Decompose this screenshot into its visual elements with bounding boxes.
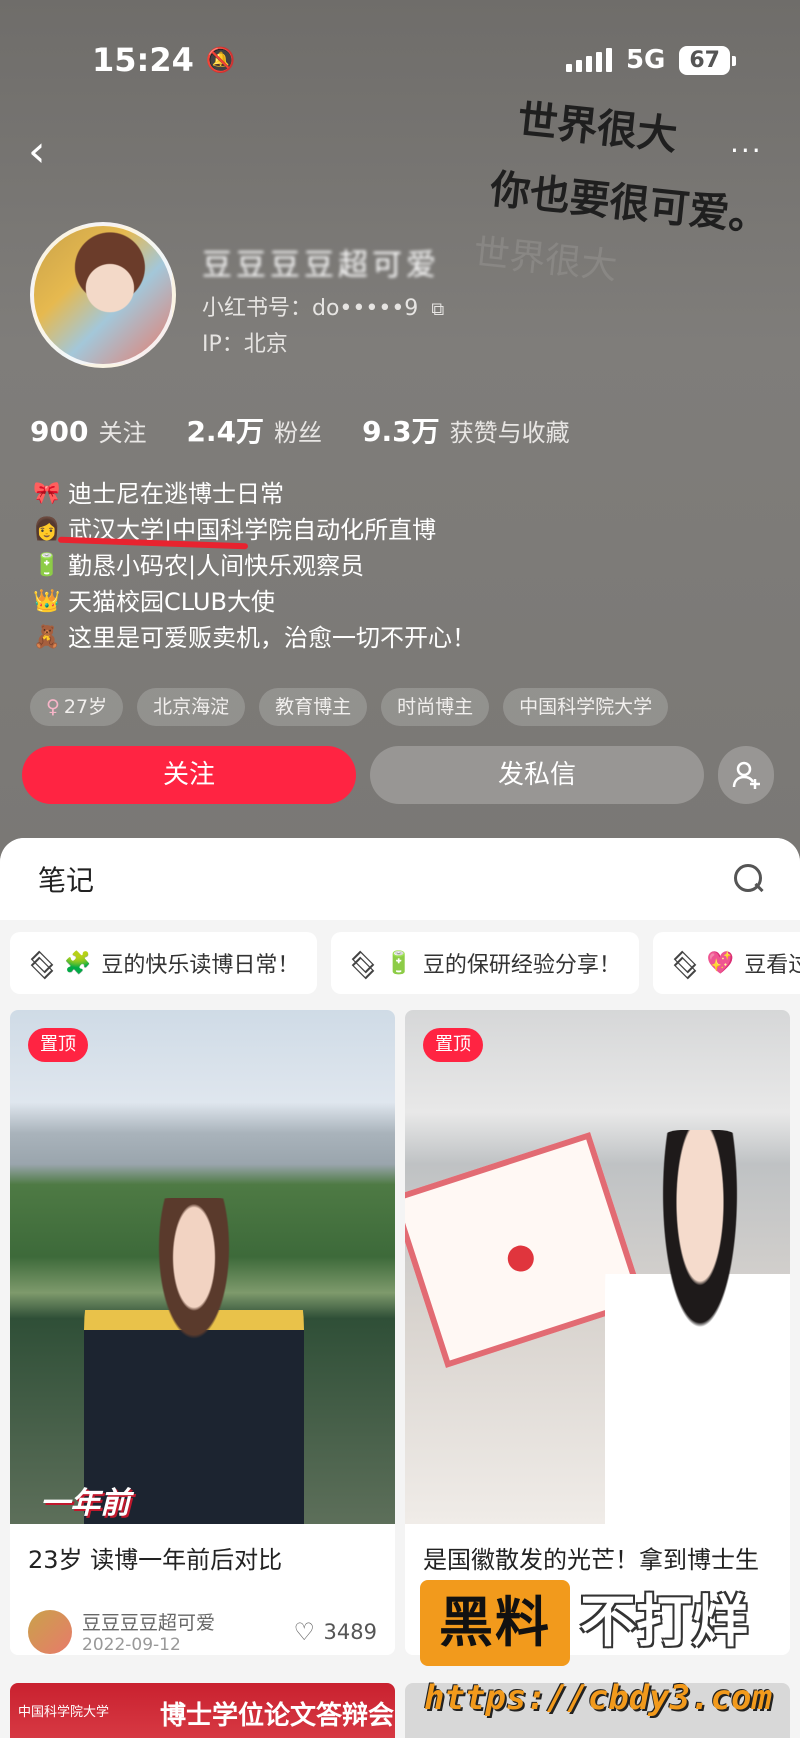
user-id: 小红书号：do•••••9 ⧉ [202,290,444,322]
avatar [28,1609,72,1654]
stat-likes-label: 获赞与收藏 [449,419,570,447]
female-icon: ♀ [46,696,60,718]
tag-text: 27岁 [63,696,108,718]
add-user-icon [732,761,760,789]
stat-likes[interactable]: 9.3万 获赞与收藏 [362,410,570,450]
tab-notes[interactable]: 笔记 [38,859,94,899]
stat-following-num: 900 [30,415,89,448]
author-name: 豆豆豆豆超可爱 [82,1612,216,1634]
clock: 15:24 [92,41,194,79]
collection-item[interactable]: 🧩 豆的快乐读博日常！ [10,932,318,994]
message-button[interactable]: 发私信 [370,746,704,804]
bio-line: 👑 天猫校园CLUB大使 [32,584,652,620]
collection-label: 豆看过 [744,953,800,978]
avatar[interactable] [30,222,176,368]
stat-followers-label: 粉丝 [274,419,323,447]
collection-label: 豆的保研经验分享！ [422,953,621,978]
ip-location: IP：北京 [202,332,288,357]
note-card[interactable]: 中国科学院大学 博士学位论文答辩会 [10,1683,395,1738]
pinned-badge: 置顶 [28,1028,88,1062]
image-caption: 一年前 [40,1486,130,1521]
mute-bell-icon: 🔕 [205,46,236,74]
note-author[interactable]: 豆豆豆豆超可爱 2022-09-12 [28,1608,215,1655]
cover-small-text: 中国科学院大学 [18,1705,110,1720]
watermark-text: 不打烊 [580,1590,748,1655]
bio-text: 这里是可爱贩卖机，治愈一切不开心！ [68,624,476,652]
note-card[interactable]: 置顶 一年前 23岁 读博一年前后对比 豆豆豆豆超可爱 2022-09-12 ♡… [10,1010,395,1655]
watermark-url: https://cbdy3.com [424,1678,772,1718]
heart-emoji-icon: 💖 [706,950,735,976]
status-bar: 15:24 🔕 5G 67 [0,30,800,90]
user-id-text: 小红书号：do•••••9 [202,296,419,321]
note-title: 23岁 读博一年前后对比 [28,1546,283,1574]
bio-line: 🎀 迪士尼在逃博士日常 [32,476,652,512]
follow-button[interactable]: 关注 [22,746,356,804]
background-handwriting: 世界很大 你也要很可爱。 世界很大 [471,85,799,315]
note-date: 2022-09-12 [82,1635,181,1655]
signal-icon [565,48,612,72]
add-friend-button[interactable] [718,746,774,804]
stat-following-label: 关注 [98,419,147,447]
puzzle-icon: 🧩 [64,950,92,976]
tag-school[interactable]: 中国科学院大学 [503,688,669,726]
bio: 🎀 迪士尼在逃博士日常 👩 武汉大学|中国科学院自动化所直博 🔋 勤恳小码农|人… [32,476,652,656]
graduate-photo [84,1198,304,1524]
stats-row: 900 关注 2.4万 粉丝 9.3万 获赞与收藏 [30,410,570,450]
pinned-badge: 置顶 [423,1028,483,1062]
bio-line: 🔋 勤恳小码农|人间快乐观察员 [32,548,652,584]
collection-item[interactable]: 🔋 豆的保研经验分享！ [331,932,639,994]
note-meta: 豆豆豆豆超可爱 2022-09-12 ♡ 3489 [10,1608,395,1655]
heart-icon: ♡ [293,1617,316,1646]
collections-row: 🧩 豆的快乐读博日常！ 🔋 豆的保研经验分享！ 💖 豆看过 [0,920,800,1010]
teddy-bear-icon: 🧸 [33,625,61,650]
woman-icon: 👩 [33,517,61,542]
bio-text: 天猫校园CLUB大使 [68,588,275,616]
like-button[interactable]: ♡ 3489 [294,1620,377,1644]
layers-icon [671,952,697,974]
copy-icon[interactable]: ⧉ [431,299,444,320]
layers-icon [349,952,375,974]
action-row: 关注 发私信 [22,746,774,804]
note-cover-image: 置顶 一年前 [10,1010,395,1524]
author-info: 豆豆豆豆超可爱 2022-09-12 [82,1608,215,1655]
tag-age[interactable]: ♀ 27岁 [30,688,124,726]
note-cover-image: 置顶 [405,1010,790,1524]
tag-location[interactable]: 北京海淀 [137,688,246,726]
watermark: 黑料 不打烊 https://cbdy3.com [420,1580,800,1738]
cover-big-text: 博士学位论文答辩会 [160,1701,395,1731]
battery-emoji-icon: 🔋 [385,950,413,976]
notes-header: 笔记 [0,838,800,920]
layers-icon [28,952,54,974]
status-indicators: 5G 67 [565,45,736,75]
bio-text: 迪士尼在逃博士日常 [68,480,284,508]
tag-category[interactable]: 时尚博主 [381,688,490,726]
battery-icon: 67 [679,45,736,75]
bio-text: 勤恳小码农|人间快乐观察员 [68,552,365,580]
network-type: 5G [625,45,666,75]
watermark-logo: 黑料 [420,1580,570,1666]
profile-tags: ♀ 27岁 北京海淀 教育博主 时尚博主 中国科学院大学 [30,688,669,726]
stat-followers[interactable]: 2.4万 粉丝 [186,410,322,450]
notes-grid: 置顶 一年前 23岁 读博一年前后对比 豆豆豆豆超可爱 2022-09-12 ♡… [0,1010,800,1655]
crown-icon: 👑 [33,589,61,614]
search-icon[interactable] [732,862,766,896]
stat-likes-num: 9.3万 [362,415,440,448]
ribbon-icon: 🎀 [33,481,61,506]
back-chevron-icon[interactable]: ‹ [28,130,68,176]
username: 豆豆豆豆超可爱 [202,248,440,283]
like-count: 3489 [323,1619,377,1644]
stat-following[interactable]: 900 关注 [30,413,146,448]
battery-emoji-icon: 🔋 [33,553,61,578]
note-card[interactable]: 置顶 是国徽散发的光芒！拿到博士生国家奖学金啦 [405,1010,790,1655]
tag-category[interactable]: 教育博主 [259,688,368,726]
status-time: 15:24 🔕 [92,41,236,79]
collection-item[interactable]: 💖 豆看过 [652,932,800,994]
stat-followers-num: 2.4万 [186,415,265,448]
bio-line: 🧸 这里是可爱贩卖机，治愈一切不开心！ [32,620,652,656]
collection-label: 豆的快乐读博日常！ [101,953,300,978]
student-photo [605,1130,790,1524]
